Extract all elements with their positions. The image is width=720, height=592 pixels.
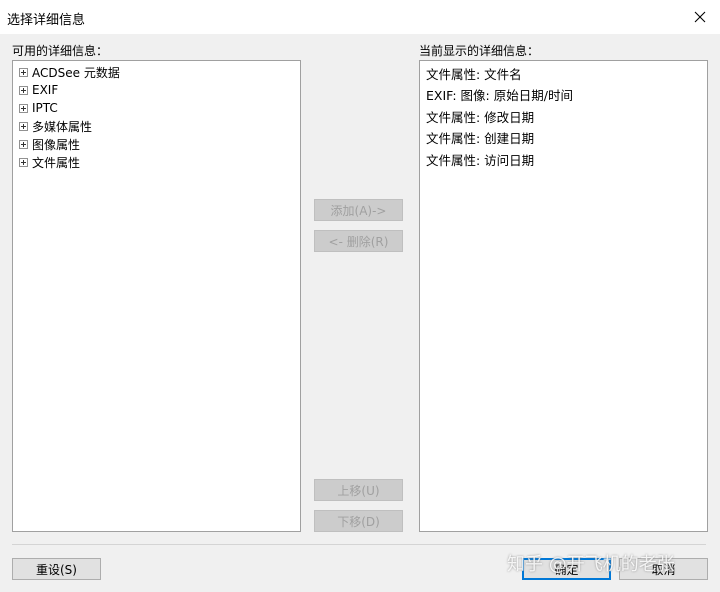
current-details-label: 当前显示的详细信息：: [419, 44, 540, 58]
available-details-label: 可用的详细信息：: [12, 44, 109, 58]
expand-icon[interactable]: [19, 85, 28, 95]
tree-item-label: 图像属性: [32, 137, 81, 152]
reset-button[interactable]: 重设(S): [12, 558, 101, 580]
tree-item-file-properties[interactable]: 文件属性: [19, 153, 80, 171]
tree-item-image-properties[interactable]: 图像属性: [19, 135, 80, 153]
available-details-tree[interactable]: ACDSee 元数据 EXIF IPTC 多媒体属性 图像属性 文件属性: [12, 60, 301, 532]
footer-divider: [12, 544, 706, 545]
tree-item-label: ACDSee 元数据: [32, 65, 120, 80]
expand-icon[interactable]: [19, 121, 28, 131]
title-bar: 选择详细信息: [0, 0, 720, 34]
window-title: 选择详细信息: [7, 13, 86, 28]
list-item[interactable]: 文件属性: 访问日期: [426, 151, 534, 171]
tree-item-label: 文件属性: [32, 155, 81, 170]
move-up-button[interactable]: 上移(U): [314, 479, 403, 501]
close-button[interactable]: [688, 6, 712, 28]
tree-item-label: 多媒体属性: [32, 119, 93, 134]
tree-item-multimedia-properties[interactable]: 多媒体属性: [19, 117, 92, 135]
tree-item-acdsee-metadata[interactable]: ACDSee 元数据: [19, 63, 120, 81]
tree-item-label: IPTC: [32, 101, 58, 115]
tree-item-iptc[interactable]: IPTC: [19, 99, 58, 117]
tree-item-exif[interactable]: EXIF: [19, 81, 58, 99]
add-button[interactable]: 添加(A)->: [314, 199, 403, 221]
expand-icon[interactable]: [19, 139, 28, 149]
expand-icon[interactable]: [19, 157, 28, 167]
current-details-list[interactable]: 文件属性: 文件名 EXIF: 图像: 原始日期/时间 文件属性: 修改日期 文…: [419, 60, 708, 532]
expand-icon[interactable]: [19, 103, 28, 113]
watermark: 知乎 @开飞机的老张: [507, 554, 675, 575]
list-item[interactable]: 文件属性: 文件名: [426, 65, 522, 85]
list-item[interactable]: 文件属性: 创建日期: [426, 129, 534, 149]
close-icon: [694, 11, 706, 23]
remove-button[interactable]: <- 删除(R): [314, 230, 403, 252]
list-item[interactable]: 文件属性: 修改日期: [426, 108, 534, 128]
list-item[interactable]: EXIF: 图像: 原始日期/时间: [426, 86, 573, 106]
move-down-button[interactable]: 下移(D): [314, 510, 403, 532]
expand-icon[interactable]: [19, 67, 28, 77]
tree-item-label: EXIF: [32, 83, 59, 97]
